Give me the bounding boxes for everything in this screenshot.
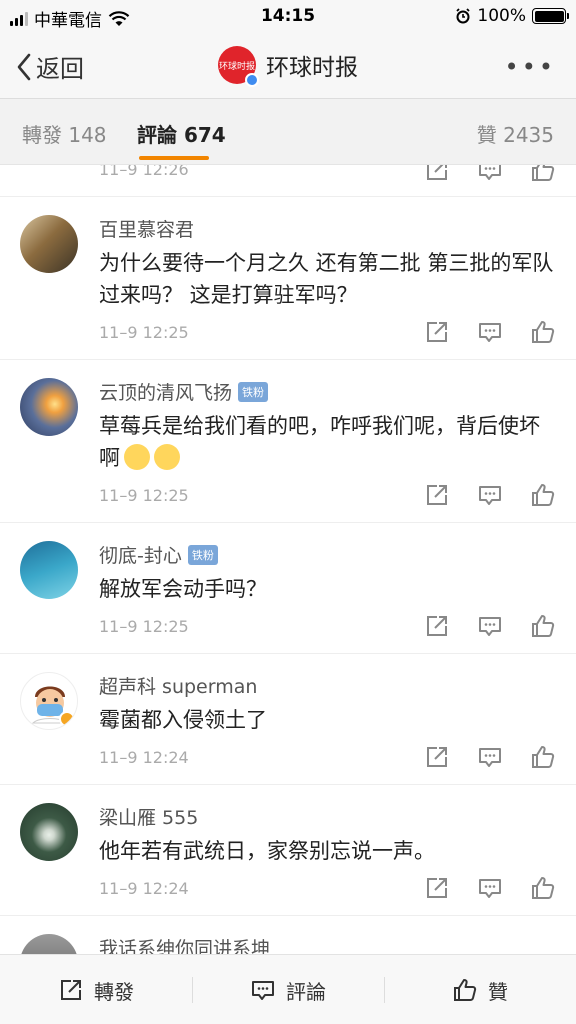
comment-icon[interactable] [477, 875, 503, 901]
repost-label: 轉發 [94, 979, 134, 1004]
comment-icon[interactable] [477, 613, 503, 639]
like-icon[interactable] [530, 482, 556, 508]
comment-text: 他年若有武统日，家祭别忘说一声。 [99, 839, 435, 863]
username-text: 云顶的清风飞扬 [99, 382, 233, 404]
like-label: 贊 [488, 979, 508, 1004]
comment-button[interactable]: 評論 [192, 955, 384, 1024]
comment-time: 11–9 12:24 [99, 748, 189, 767]
username[interactable]: 梁山雁 555 [99, 803, 198, 830]
comment-item[interactable]: 百里慕容君 为什么要待一个月之久 还有第二批 第三批的军队过来吗？ 这是打算驻军… [0, 197, 576, 360]
share-icon[interactable] [424, 482, 450, 508]
comment-text: 为什么要待一个月之久 还有第二批 第三批的军队过来吗？ 这是打算驻军吗？ [99, 251, 554, 307]
avatar[interactable] [20, 541, 78, 599]
fan-badge: 铁粉 [238, 381, 269, 402]
avatar[interactable] [20, 803, 78, 861]
avatar[interactable] [20, 215, 78, 273]
comment-actions [424, 482, 556, 508]
comment-icon[interactable] [477, 319, 503, 345]
blush-emoji-icon [154, 444, 180, 470]
verified-badge-icon [59, 711, 75, 727]
like-icon[interactable] [530, 613, 556, 639]
comment-label: 評論 [286, 979, 326, 1004]
comment-list[interactable]: 11–9 12:26 百里慕容君 为什么要待一个月之久 还有第二批 第三批的军队… [0, 165, 576, 954]
comment-actions [424, 319, 556, 345]
share-icon[interactable] [424, 744, 450, 770]
share-icon[interactable] [424, 613, 450, 639]
more-options-button[interactable]: ••• [505, 53, 556, 81]
share-icon[interactable] [424, 165, 450, 183]
tab-likes[interactable]: 贊 2435 [477, 119, 554, 148]
comment-time: 11–9 12:25 [99, 617, 189, 636]
weibo-comments-screen: 中華電信 14:15 100% 返回 环球时报 环球时报 ••• 轉發 148 … [0, 0, 576, 1024]
comment-actions [424, 744, 556, 770]
status-bar: 中華電信 14:15 100% [0, 0, 576, 33]
comment-icon [252, 981, 274, 1000]
battery-icon [532, 8, 569, 24]
comment-icon[interactable] [477, 482, 503, 508]
comment-item[interactable]: 我话系绅你同讲系坤 [0, 916, 576, 954]
share-icon[interactable] [424, 319, 450, 345]
like-icon [454, 979, 477, 1001]
bottom-action-bar: 轉發 評論 贊 [0, 954, 576, 1024]
username[interactable]: 超声科 superman [99, 672, 257, 699]
comment-text: 解放军会动手吗？ [99, 577, 267, 601]
comment-item[interactable]: 彻底-封心 铁粉 解放军会动手吗？ 11–9 12:25 [0, 523, 576, 654]
like-icon[interactable] [530, 875, 556, 901]
tab-bar: 轉發 148 評論 674 贊 2435 [0, 99, 576, 165]
comment-item[interactable]: 超声科 superman 霉菌都入侵领土了 11–9 12:24 [0, 654, 576, 785]
like-icon[interactable] [530, 319, 556, 345]
blush-emoji-icon [124, 444, 150, 470]
like-button[interactable]: 贊 [384, 955, 576, 1024]
comment-actions [424, 875, 556, 901]
username-text: 彻底-封心 [99, 545, 182, 567]
status-right: 100% [455, 6, 569, 26]
share-icon[interactable] [424, 875, 450, 901]
repost-button[interactable]: 轉發 [0, 955, 192, 1024]
alarm-icon [456, 8, 471, 24]
comment-text: 霉菌都入侵领土了 [99, 708, 267, 732]
comment-time: 11–9 12:25 [99, 486, 189, 505]
share-icon [61, 980, 81, 1000]
like-icon[interactable] [530, 744, 556, 770]
avatar[interactable] [20, 378, 78, 436]
username[interactable]: 彻底-封心 铁粉 [99, 541, 218, 568]
username-text: 百里慕容君 [99, 219, 195, 241]
fan-badge: 铁粉 [187, 544, 218, 565]
comment-actions [424, 165, 556, 183]
comment-text: 草莓兵是给我们看的吧，咋呼我们呢，背后使坏啊 [99, 410, 559, 474]
logo-text: 环球时报 [218, 61, 255, 72]
battery-percent: 100% [477, 6, 526, 26]
account-header[interactable]: 环球时报 环球时报 [0, 46, 576, 87]
comment-item[interactable]: 云顶的清风飞扬 铁粉 草莓兵是给我们看的吧，咋呼我们呢，背后使坏啊 11–9 12… [0, 360, 576, 523]
comment-icon[interactable] [477, 744, 503, 770]
nav-bar: 返回 环球时报 环球时报 ••• [0, 33, 576, 99]
comment-time: 11–9 12:26 [99, 165, 189, 179]
username[interactable]: 云顶的清风飞扬 铁粉 [99, 378, 269, 405]
avatar[interactable] [20, 672, 78, 730]
username-text: 我话系绅你同讲系坤 [99, 938, 271, 954]
list-item: 11–9 12:26 [0, 165, 576, 197]
username-text: 超声科 superman [99, 676, 258, 698]
comment-time: 11–9 12:24 [99, 879, 189, 898]
username[interactable]: 百里慕容君 [99, 215, 194, 242]
account-logo: 环球时报 [218, 46, 259, 87]
comment-actions [424, 613, 556, 639]
tab-comments[interactable]: 評論 674 [137, 119, 226, 148]
verified-icon [245, 73, 259, 87]
page-title: 环球时报 [266, 55, 358, 81]
tab-repost[interactable]: 轉發 148 [22, 119, 107, 148]
comment-time: 11–9 12:25 [99, 323, 189, 342]
comment-item[interactable]: 梁山雁 555 他年若有武统日，家祭别忘说一声。 11–9 12:24 [0, 785, 576, 916]
username-text: 梁山雁 555 [99, 807, 199, 829]
active-tab-indicator [139, 156, 209, 160]
username[interactable]: 我话系绅你同讲系坤 [99, 934, 270, 954]
like-icon[interactable] [530, 165, 556, 183]
comment-icon[interactable] [477, 165, 503, 183]
avatar[interactable] [20, 934, 78, 954]
